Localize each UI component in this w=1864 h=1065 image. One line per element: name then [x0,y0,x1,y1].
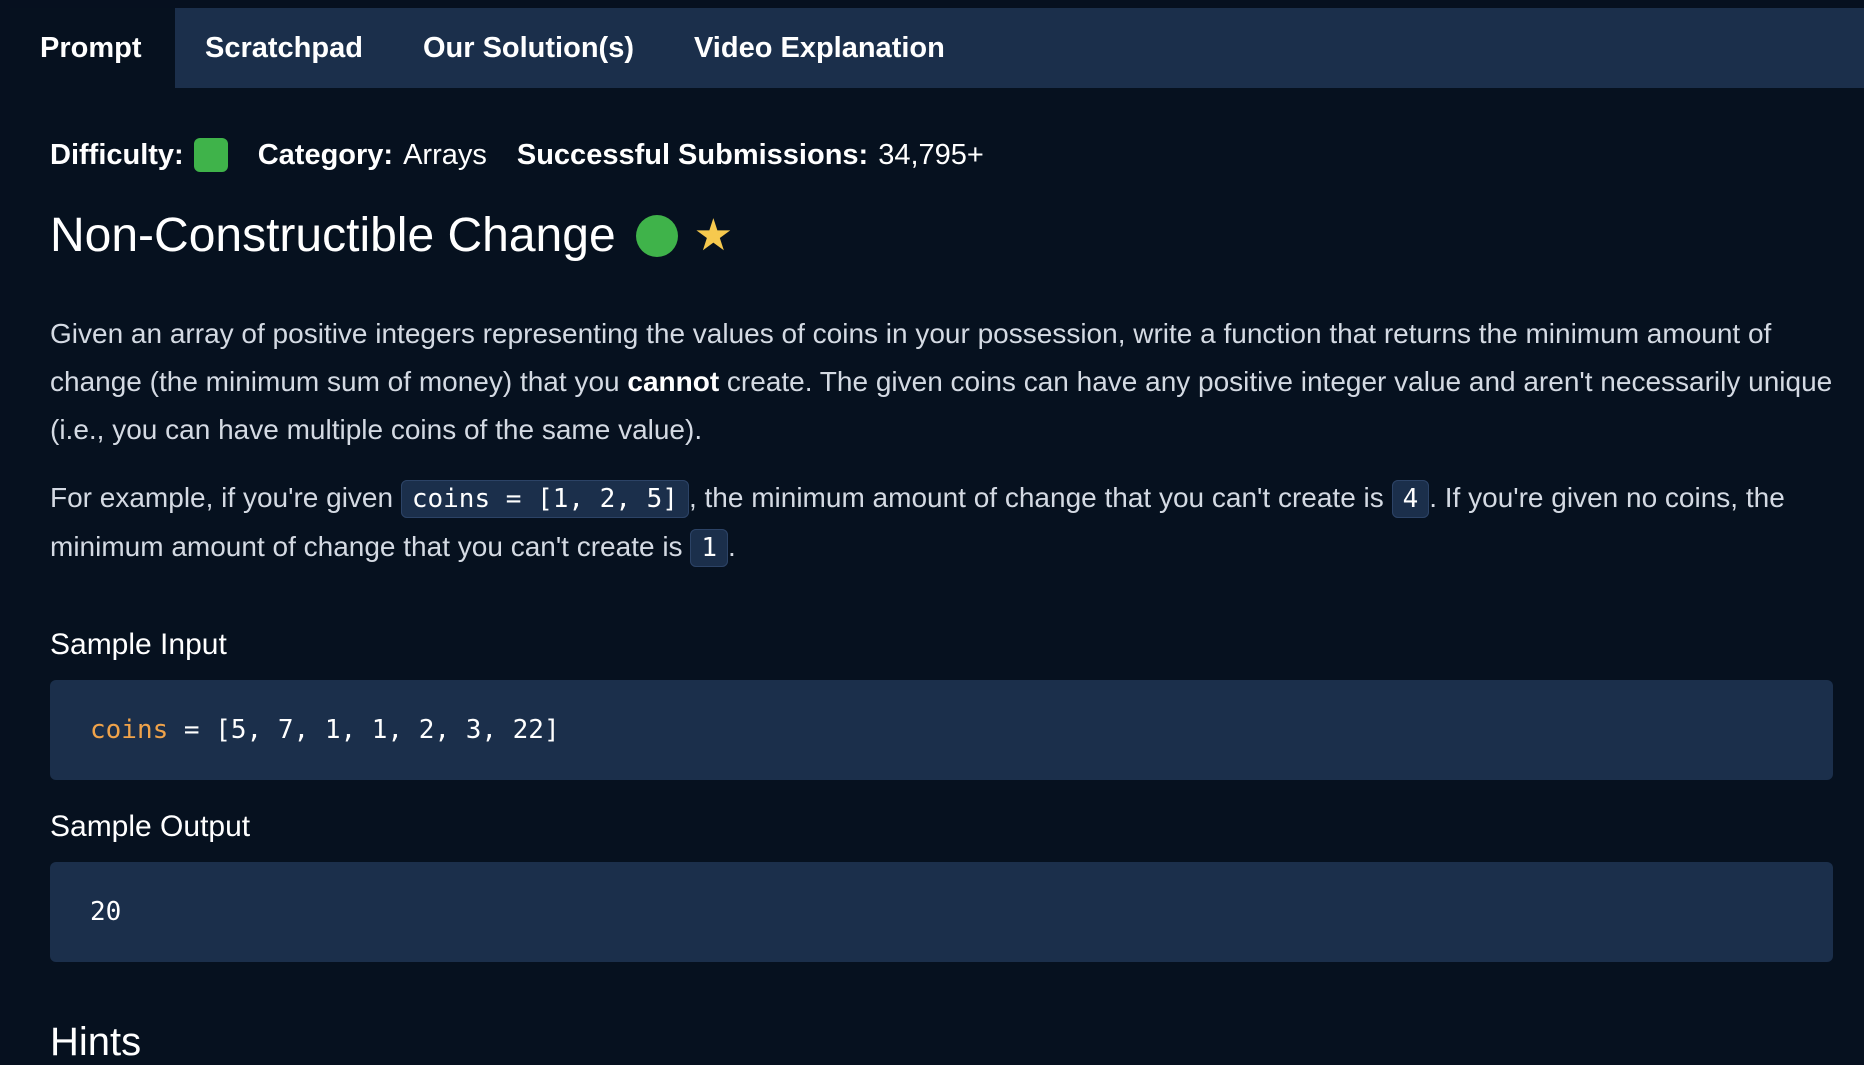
sample-output-heading: Sample Output [50,810,251,843]
problem-description: Given an array of positive integers repr… [50,310,1850,454]
sample-input-heading: Sample Input [50,628,227,661]
submissions-label: Successful Submissions: [516,138,869,171]
star-icon[interactable]: ★ [694,213,733,258]
sample-input-code[interactable]: coins = [5, 7, 1, 1, 2, 3, 22] [50,680,1833,780]
sample-output-value: 20 [90,897,122,927]
tab-bar: Prompt Scratchpad Our Solution(s) Video … [10,8,1864,88]
submissions-value: 34,795+ [878,138,984,171]
example-text-1: For example, if you're given [50,482,401,513]
tab-video-explanation[interactable]: Video Explanation [664,8,975,88]
difficulty-label: Difficulty: [50,138,184,171]
example-code-4: 4 [1391,480,1430,518]
difficulty-easy-icon [193,138,228,172]
tab-prompt[interactable]: Prompt [10,8,175,88]
green-dot-icon [635,214,678,257]
category-value: Arrays [403,138,487,171]
example-text-4: . [728,531,736,562]
example-code-1: 1 [690,529,728,567]
example-text-2: , the minimum amount of change that you … [688,482,1392,513]
problem-example: For example, if you're given coins = [1,… [50,474,1850,572]
problem-meta: Difficulty: Category: Arrays Successful … [50,138,1014,172]
problem-title: Non-Constructible Change [50,209,616,262]
example-code-coins: coins = [1, 2, 5] [400,480,689,518]
hints-heading: Hints [50,1020,142,1064]
category-label: Category: [257,138,394,171]
sample-output-code[interactable]: 20 [50,862,1833,962]
sample-input-var: coins [90,715,169,745]
problem-title-row: Non-Constructible Change ★ [50,208,733,263]
prompt-panel: Prompt Scratchpad Our Solution(s) Video … [10,8,1864,1064]
tab-our-solutions[interactable]: Our Solution(s) [393,8,664,88]
sample-input-value: = [5, 7, 1, 1, 2, 3, 22] [168,715,560,745]
description-bold: cannot [627,366,720,397]
tab-scratchpad[interactable]: Scratchpad [175,8,393,88]
